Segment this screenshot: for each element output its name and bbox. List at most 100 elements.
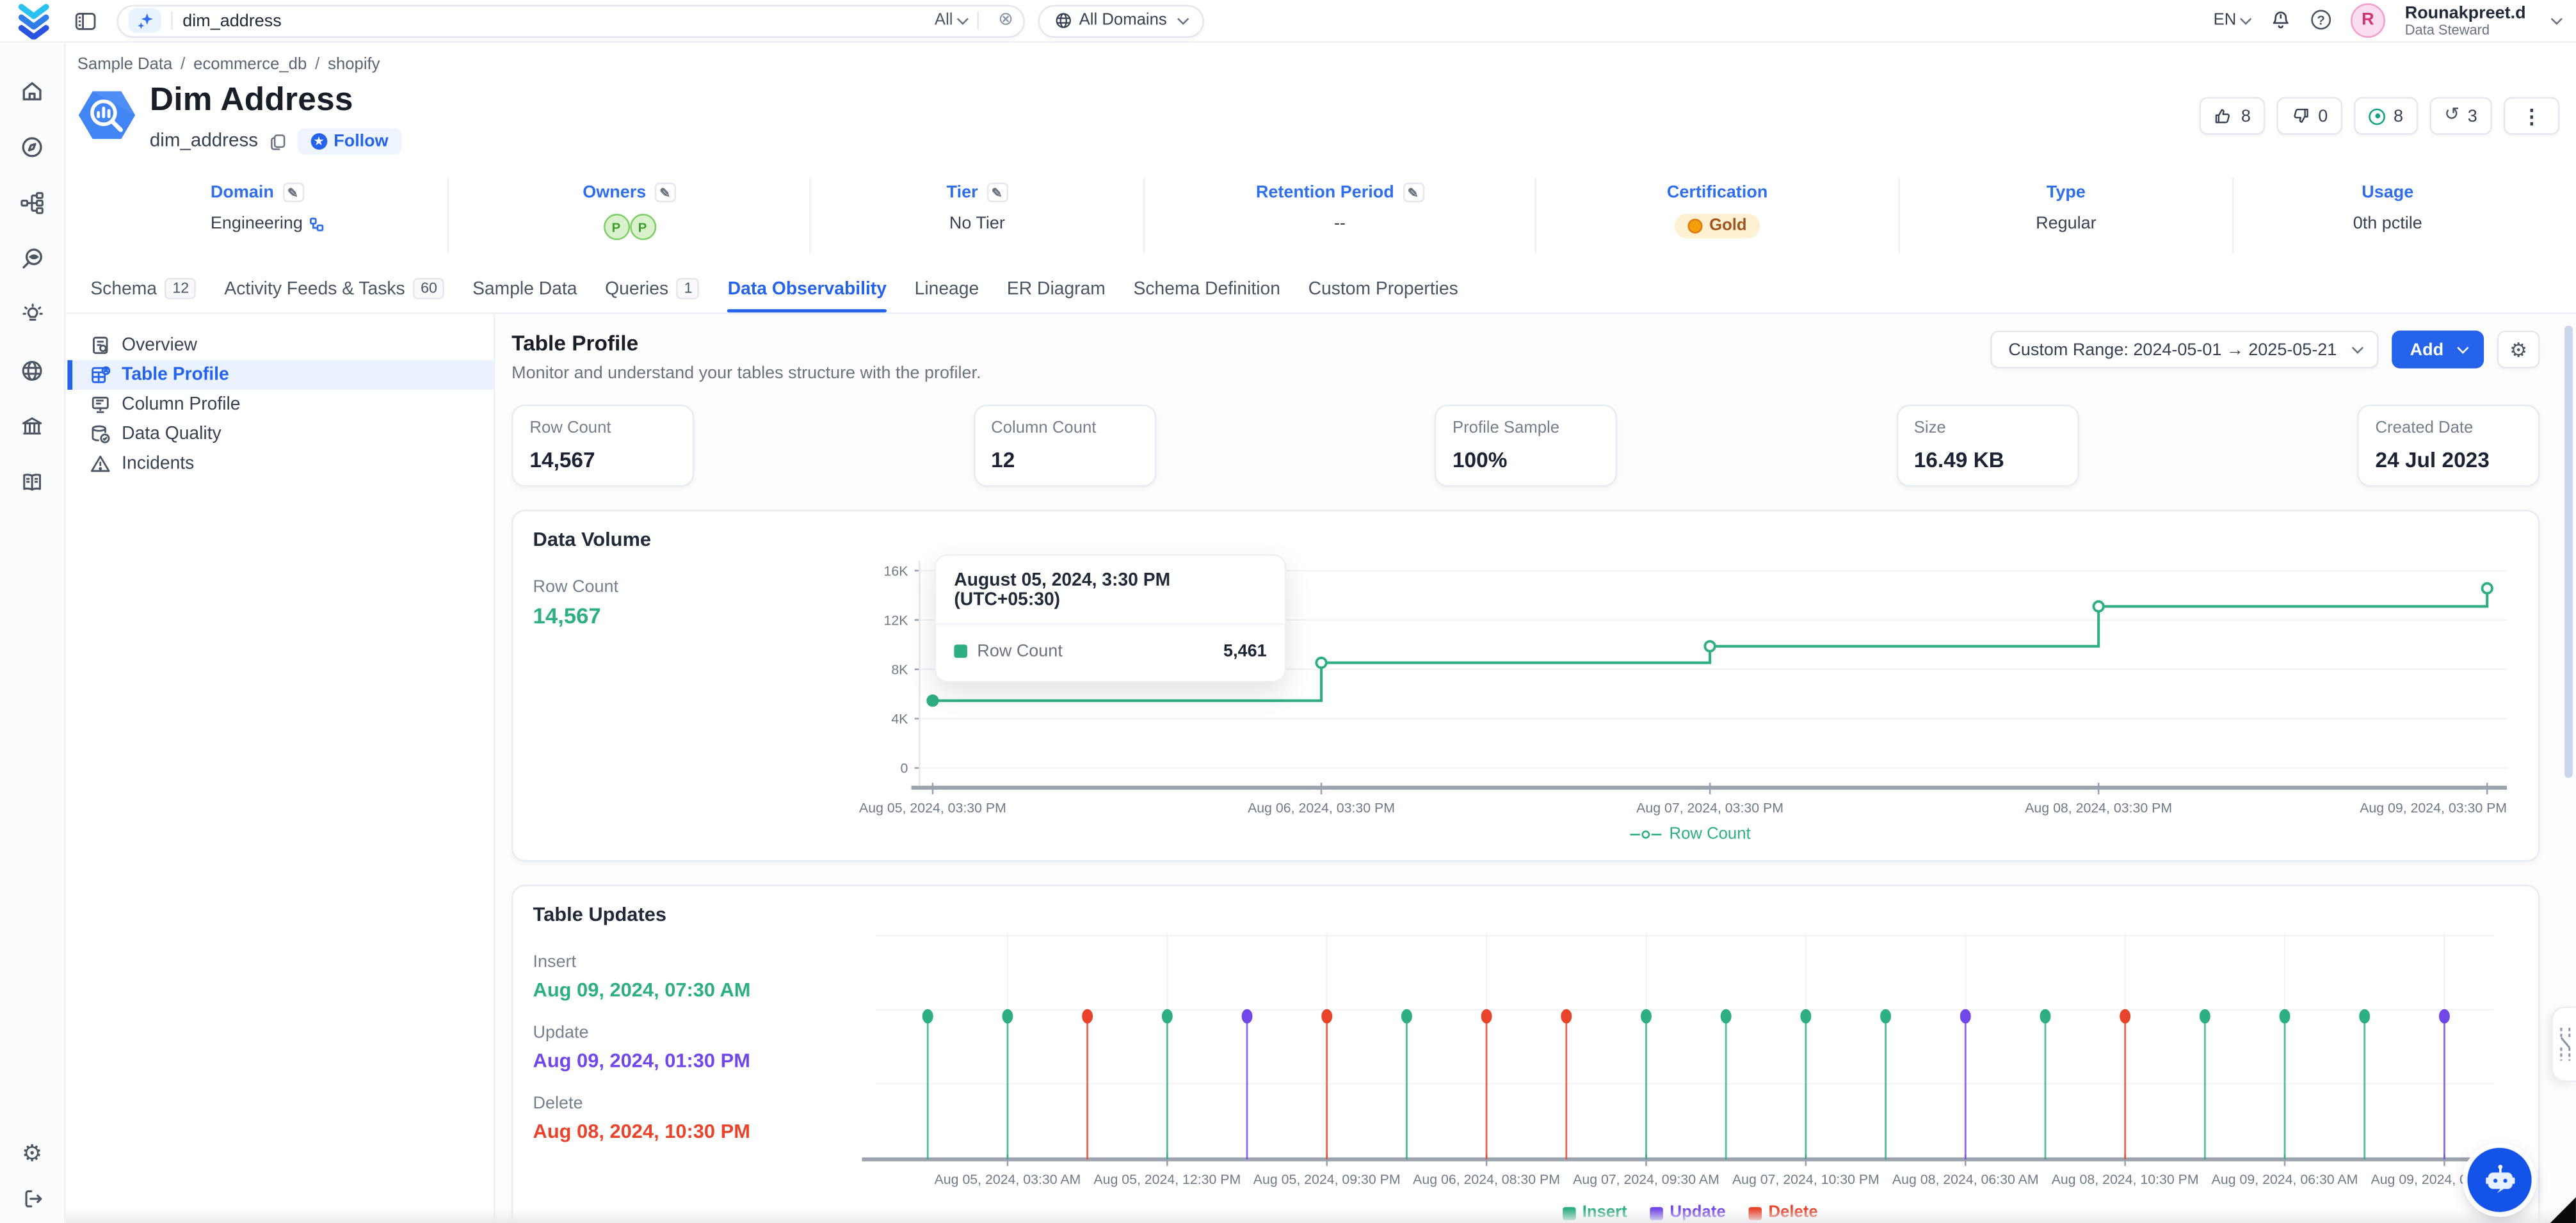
lineage-hierarchy-icon[interactable]: [20, 191, 45, 216]
tab-activity-feeds[interactable]: Activity Feeds & Tasks60: [224, 278, 444, 312]
data-volume-title: Data Volume: [533, 528, 2519, 551]
owner-avatar[interactable]: P: [603, 214, 629, 240]
screen: All ⊗ All Domains EN ? R: [0, 0, 2576, 1223]
sidebar-toggle-icon[interactable]: [74, 9, 97, 32]
tab-er-diagram[interactable]: ER Diagram: [1007, 280, 1106, 312]
copy-icon[interactable]: [270, 132, 286, 150]
edit-pencil-icon[interactable]: ✎: [282, 182, 303, 202]
add-button[interactable]: Add: [2392, 330, 2484, 368]
data-volume-chart-area[interactable]: 04K8K12K16KAug 05, 2024, 03:30 PMAug 06,…: [862, 557, 2518, 843]
upvote-button[interactable]: 8: [2200, 97, 2266, 135]
insert-label: Insert: [533, 952, 862, 972]
logout-icon[interactable]: [20, 1187, 44, 1210]
vertical-scrollbar[interactable]: [2564, 326, 2573, 778]
language-selector[interactable]: EN: [2214, 12, 2251, 29]
follow-button[interactable]: ★ Follow: [298, 128, 402, 154]
ai-sparkle-icon[interactable]: [128, 8, 161, 33]
data-volume-legend[interactable]: Row Count: [862, 826, 2518, 843]
home-icon[interactable]: [20, 79, 45, 104]
breadcrumb-schema-link[interactable]: shopify: [328, 56, 380, 74]
breadcrumb-service-link[interactable]: Sample Data: [77, 56, 173, 74]
settings-gear-icon[interactable]: ⚙: [22, 1141, 42, 1164]
tasks-button[interactable]: 8: [2354, 97, 2418, 135]
delete-label: Delete: [533, 1094, 862, 1114]
insights-lightbulb-icon[interactable]: [20, 303, 45, 328]
svg-text:Aug 05, 2024, 03:30 AM: Aug 05, 2024, 03:30 AM: [935, 1172, 1081, 1187]
bigquery-table-icon: [77, 86, 137, 145]
rail-bottom-group: ⚙: [20, 1141, 44, 1210]
user-avatar[interactable]: R: [2351, 3, 2385, 38]
table-profile-panel: Table Profile Monitor and understand you…: [495, 314, 2576, 1223]
tab-lineage[interactable]: Lineage: [915, 280, 979, 312]
menu-item-incidents[interactable]: Incidents: [67, 449, 494, 479]
chevron-down-icon: [958, 13, 968, 24]
date-range-selector[interactable]: Custom Range: 2024-05-01 → 2025-05-21: [1990, 330, 2379, 368]
thumbs-up-icon: [2215, 107, 2233, 125]
user-info[interactable]: Rounakpreet.d Data Steward: [2405, 3, 2526, 38]
chevron-down-icon[interactable]: [2550, 13, 2561, 24]
section-subtitle: Monitor and understand your tables struc…: [511, 364, 981, 383]
certification-badge: Gold: [1675, 214, 1760, 239]
metadata-owners: Owners✎ P P: [447, 178, 809, 253]
edit-pencil-icon[interactable]: ✎: [986, 182, 1008, 202]
tab-data-observability[interactable]: Data Observability: [728, 280, 887, 312]
svg-text:Aug 08, 2024, 10:30 PM: Aug 08, 2024, 10:30 PM: [2052, 1172, 2199, 1187]
profiler-settings-button[interactable]: ⚙: [2497, 330, 2540, 368]
svg-text:Aug 06, 2024, 03:30 PM: Aug 06, 2024, 03:30 PM: [1248, 800, 1395, 815]
owner-avatar[interactable]: P: [629, 214, 656, 240]
overview-icon: [90, 335, 110, 355]
table-updates-chart-area[interactable]: Aug 05, 2024, 03:30 AMAug 05, 2024, 12:3…: [862, 932, 2518, 1222]
panel-header: Table Profile Monitor and understand you…: [511, 330, 2540, 383]
table-updates-lollipop-chart[interactable]: Aug 05, 2024, 03:30 AMAug 05, 2024, 12:3…: [862, 932, 2507, 1195]
update-timestamp: Aug 09, 2024, 01:30 PM: [533, 1049, 862, 1072]
search-input[interactable]: [182, 11, 935, 31]
governance-bank-icon[interactable]: [20, 415, 45, 440]
tab-sample-data[interactable]: Sample Data: [472, 280, 577, 312]
section-title: Table Profile: [511, 330, 981, 355]
explore-compass-icon[interactable]: [20, 135, 45, 160]
glossary-book-icon[interactable]: [20, 470, 45, 495]
version-history-button[interactable]: ↺ 3: [2429, 97, 2492, 135]
tab-custom-properties[interactable]: Custom Properties: [1308, 280, 1458, 312]
metadata-certification: Certification Gold: [1534, 178, 1898, 253]
stat-label: Column Count: [991, 419, 1138, 437]
global-search-bar[interactable]: All ⊗: [117, 4, 1024, 36]
stat-label: Size: [1914, 419, 2061, 437]
domain-label: Domain: [211, 182, 274, 202]
more-options-button[interactable]: ⋮: [2504, 97, 2559, 135]
stat-card-size: Size 16.49 KB: [1896, 404, 2078, 486]
resize-corner: [2550, 1197, 2576, 1223]
domain-value[interactable]: Engineering: [211, 214, 303, 234]
menu-item-table-profile[interactable]: Table Profile: [67, 360, 494, 390]
downvote-button[interactable]: 0: [2277, 97, 2342, 135]
menu-item-data-quality[interactable]: Data Quality: [67, 419, 494, 449]
edit-pencil-icon[interactable]: ✎: [1403, 182, 1424, 202]
help-icon[interactable]: ?: [2311, 11, 2331, 31]
observability-search-icon[interactable]: [20, 246, 45, 271]
clear-search-icon[interactable]: ⊗: [998, 12, 1013, 29]
stat-label: Created Date: [2376, 419, 2522, 437]
svg-text:Aug 09, 2024, 03:30 PM: Aug 09, 2024, 03:30 PM: [2360, 800, 2507, 815]
domains-globe-icon[interactable]: [20, 358, 45, 383]
tab-schema[interactable]: Schema12: [90, 278, 196, 312]
tab-queries[interactable]: Queries1: [605, 278, 700, 312]
data-volume-summary: Row Count 14,567: [533, 557, 862, 843]
tab-schema-definition[interactable]: Schema Definition: [1134, 280, 1280, 312]
data-quality-icon: [90, 424, 110, 444]
collapse-panel-handle[interactable]: [2551, 1007, 2576, 1082]
stat-card-column-count: Column Count 12: [973, 404, 1155, 486]
stat-card-row-count: Row Count 14,567: [511, 404, 694, 486]
openmetadata-logo-icon[interactable]: [17, 3, 51, 39]
menu-item-column-profile[interactable]: Column Profile: [67, 390, 494, 419]
table-updates-card: Table Updates Insert Aug 09, 2024, 07:30…: [511, 884, 2540, 1223]
notifications-bell-icon[interactable]: [2270, 10, 2291, 31]
topbar-right-cluster: EN ? R Rounakpreet.d Data Steward: [2214, 3, 2560, 38]
search-scope-dropdown[interactable]: All: [935, 12, 967, 29]
chat-assistant-button[interactable]: [2467, 1148, 2531, 1212]
top-navbar: All ⊗ All Domains EN ? R: [0, 0, 2576, 43]
menu-item-overview[interactable]: Overview: [67, 330, 494, 360]
breadcrumb-database-link[interactable]: ecommerce_db: [193, 56, 307, 74]
left-icon-rail: ⚙: [0, 43, 66, 1223]
edit-pencil-icon[interactable]: ✎: [654, 182, 675, 202]
all-domains-button[interactable]: All Domains: [1038, 4, 1203, 36]
